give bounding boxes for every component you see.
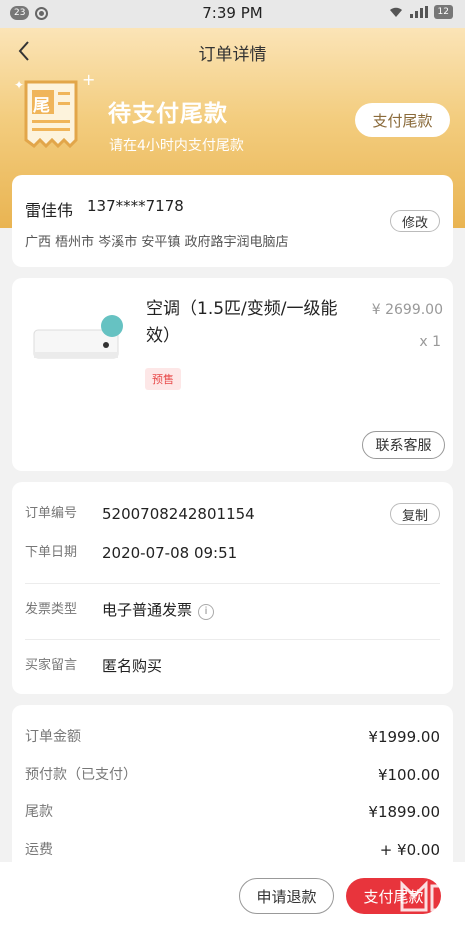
page-title: 订单详情 [198,45,267,65]
order-info-card: 订单编号 5200708242801154 复制 下单日期 2020-07-08… [12,482,453,694]
product-price: ¥ 2699.00 [371,302,443,318]
invoice-type-text: 电子普通发票 [102,601,193,619]
product-name[interactable]: 空调（1.5匹/变频/一级能效） [146,296,356,350]
amount-label: 尾款 [25,804,53,820]
edit-address-button[interactable]: 修改 [390,210,440,232]
order-number-value: 5200708242801154 [102,505,255,523]
product-image[interactable] [30,314,126,368]
amount-label: 订单金额 [25,729,81,745]
battery-indicator: 12 [433,5,453,19]
order-date-value: 2020-07-08 09:51 [102,544,238,562]
signal-icon [409,6,428,18]
divider [25,583,440,584]
contact-service-button[interactable]: 联系客服 [362,431,445,459]
shipping-address: 广西 梧州市 岑溪市 安平镇 政府路宇润电脑店 [25,235,289,250]
amount-row: 尾款 ¥1899.00 [25,800,440,824]
info-icon[interactable]: i [198,604,215,620]
invoice-type-label: 发票类型 [25,602,78,617]
buyer-note-label: 买家留言 [25,658,78,673]
recipient-phone: 137****7178 [87,197,184,215]
request-refund-button[interactable]: 申请退款 [239,878,334,914]
amount-row: 运费 + ¥0.00 [25,838,440,862]
copy-order-number-button[interactable]: 复制 [390,503,440,525]
buyer-note-value: 匿名购买 [102,657,163,675]
amount-value: ¥100.00 [377,766,440,784]
amount-row: 订单金额 ¥1999.00 [25,725,440,749]
amount-value: ¥1899.00 [368,803,440,821]
order-date-row: 下单日期 2020-07-08 09:51 [25,541,440,565]
divider [25,639,440,640]
amount-label: 运费 [25,842,53,858]
pay-balance-button[interactable]: 支付尾款 [355,103,450,137]
invoice-type-value: 电子普通发票 i [102,598,215,622]
sparkle-icon: ✦ [14,78,25,92]
order-number-label: 订单编号 [25,506,78,521]
product-card[interactable]: 空调（1.5匹/变频/一级能效） ¥ 2699.00 x 1 预售 联系客服 [12,278,453,471]
buyer-note-row: 买家留言 匿名购买 [25,654,440,678]
order-date-label: 下单日期 [25,545,78,560]
order-status-title: 待支付尾款 [108,101,228,127]
sparkle-icon: + [82,70,96,89]
receipt-icon: 尾 [20,80,82,152]
invoice-type-row: 发票类型 电子普通发票 i [25,598,440,622]
presale-tag: 预售 [145,368,181,390]
product-quantity: x 1 [419,334,441,350]
amount-value: ¥1999.00 [368,728,440,746]
address-card[interactable]: 雷佳伟 137****7178 广西 梧州市 岑溪市 安平镇 政府路宇润电脑店 … [12,175,453,267]
amount-card: 订单金额 ¥1999.00 预付款（已支付） ¥100.00 尾款 ¥1899.… [12,705,453,875]
amount-label: 预付款（已支付） [25,767,137,783]
status-right: 12 [388,5,453,19]
amount-value: + ¥0.00 [379,841,440,859]
receipt-char: 尾 [33,96,50,116]
status-bar: 23 7:39 PM 12 [0,0,465,28]
order-status-subtitle: 请在4小时内支付尾款 [109,138,244,154]
watermark-text: BLACK CAT [414,915,446,930]
wifi-icon [389,7,402,17]
order-number-row: 订单编号 5200708242801154 [25,502,440,526]
amount-row: 预付款（已支付） ¥100.00 [25,763,440,787]
recipient-name: 雷佳伟 [25,201,74,220]
